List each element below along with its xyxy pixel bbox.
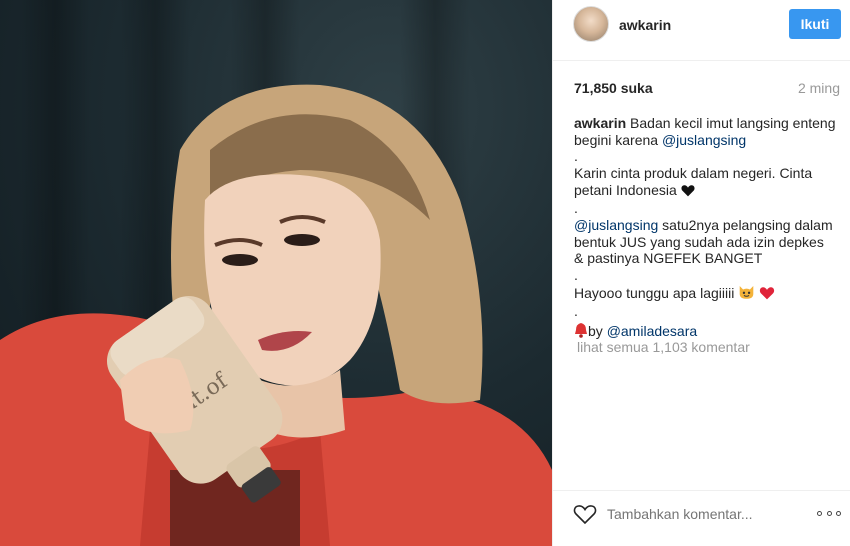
caption-dot: . bbox=[574, 148, 578, 164]
cat-emoji bbox=[738, 284, 755, 304]
caption-username[interactable]: awkarin bbox=[574, 115, 626, 131]
avatar[interactable] bbox=[573, 6, 609, 42]
post-photo[interactable]: sat.of bbox=[0, 0, 552, 546]
photo-illustration: sat.of bbox=[0, 84, 552, 546]
caption-dot: . bbox=[574, 266, 578, 283]
follow-button[interactable]: Ikuti bbox=[789, 9, 841, 39]
caption-text: by bbox=[588, 323, 607, 339]
mention-link[interactable]: @juslangsing bbox=[574, 217, 658, 233]
black-heart-emoji bbox=[681, 184, 695, 201]
caption-dot: . bbox=[574, 200, 578, 216]
mention-link[interactable]: @amiladesara bbox=[607, 323, 697, 339]
heart-outline-icon[interactable] bbox=[573, 503, 597, 525]
mention-link[interactable]: @juslangsing bbox=[662, 132, 746, 148]
red-heart-emoji bbox=[759, 286, 775, 304]
comment-bar bbox=[553, 490, 850, 546]
caption-text: Hayooo tunggu apa lagiiiii bbox=[574, 284, 739, 301]
post-time[interactable]: 2 ming bbox=[798, 80, 840, 96]
likes-count[interactable]: 71,850 suka bbox=[574, 80, 653, 96]
username-link[interactable]: awkarin bbox=[619, 17, 671, 33]
view-all-comments-link[interactable]: lihat semua 1,103 komentar bbox=[577, 339, 750, 355]
caption-dot: . bbox=[574, 303, 578, 319]
comment-input[interactable] bbox=[607, 505, 777, 523]
post-details-panel: awkarin Ikuti 71,850 suka 2 ming awkarin… bbox=[552, 0, 850, 546]
post-caption: awkarin Badan kecil imut langsing enteng… bbox=[574, 115, 836, 342]
post-header: awkarin Ikuti bbox=[553, 0, 850, 61]
more-options-icon[interactable] bbox=[817, 505, 841, 521]
